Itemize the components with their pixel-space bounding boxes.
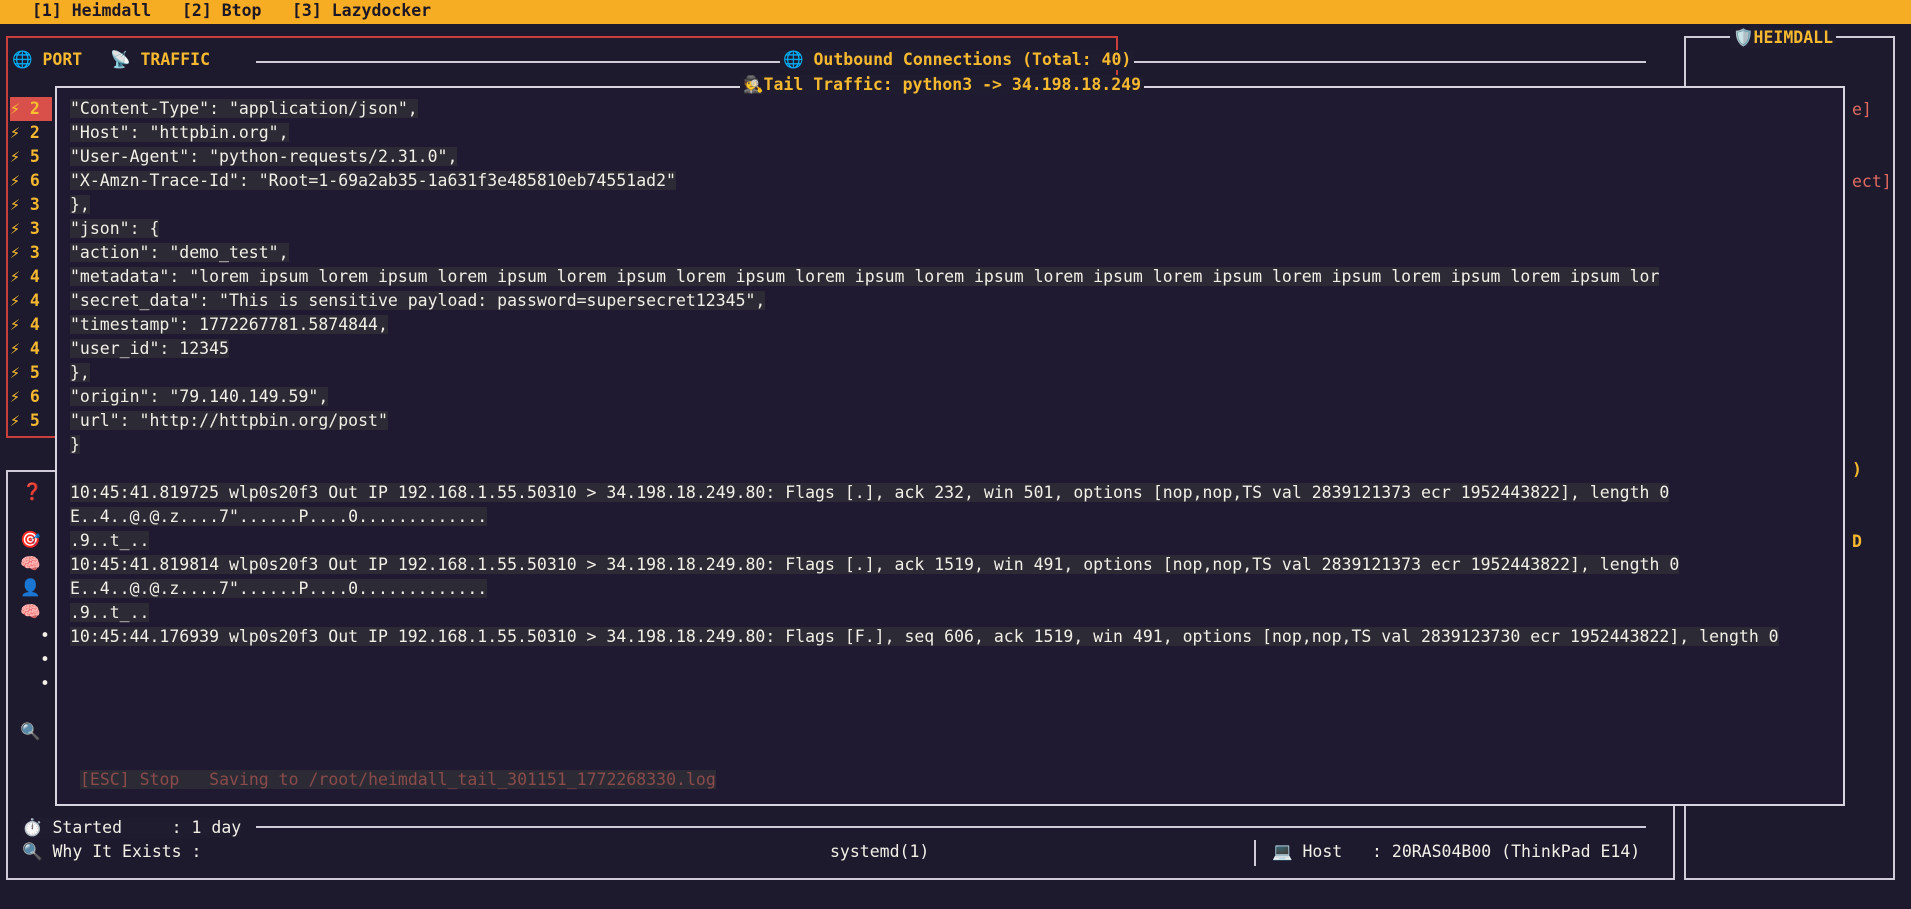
brain-icon: 🧠: [20, 602, 41, 621]
log-line: "action": "demo_test",: [70, 243, 289, 262]
list-item[interactable]: ⚡ 5: [10, 409, 52, 433]
bullet-icon: •: [40, 626, 50, 645]
host-info: 💻 Host : 20RAS04B00 (ThinkPad E14): [1272, 842, 1641, 861]
list-item[interactable]: ⚡ 4: [10, 289, 52, 313]
tab-btop[interactable]: [2] Btop: [182, 1, 261, 20]
log-line: "json": {: [70, 219, 160, 238]
log-line: "user_id": 12345: [70, 339, 229, 358]
list-item[interactable]: ⚡ 4: [10, 265, 52, 289]
tab-heimdall[interactable]: [1] Heimdall: [32, 1, 151, 20]
bullet-icon: •: [40, 650, 50, 669]
log-line: "url": "http://httpbin.org/post": [70, 411, 388, 430]
log-line: }: [70, 435, 80, 454]
log-line: "X-Amzn-Trace-Id": "Root=1-69a2ab35-1a63…: [70, 171, 676, 190]
user-icon: 👤: [20, 578, 41, 597]
log-line: E..4..@.@.z....7"......P....0...........…: [70, 579, 488, 598]
log-line: },: [70, 363, 90, 382]
why-it-exists-value: systemd(1): [830, 842, 930, 861]
log-line: "Content-Type": "application/json",: [70, 99, 418, 118]
bullet-icon: •: [40, 674, 50, 693]
log-line: },: [70, 195, 90, 214]
log-line: "User-Agent": "python-requests/2.31.0",: [70, 147, 458, 166]
side-text-fragment: ect]: [1852, 172, 1892, 191]
list-item[interactable]: ⚡ 3: [10, 241, 52, 265]
host-separator: [1254, 840, 1256, 866]
list-item[interactable]: ⚡ 2: [10, 97, 52, 121]
list-item[interactable]: ⚡ 6: [10, 385, 52, 409]
traffic-log: "Content-Type": "application/json", "Hos…: [70, 97, 1832, 649]
list-item[interactable]: ⚡ 4: [10, 313, 52, 337]
side-text-fragment: D: [1852, 532, 1862, 551]
log-line: "origin": "79.140.149.59",: [70, 387, 329, 406]
brain-icon: 🧠: [20, 554, 41, 573]
started-info: ⏱️ Started : 1 day: [22, 818, 242, 838]
log-line: 10:45:41.819814 wlp0s20f3 Out IP 192.168…: [70, 555, 1680, 574]
list-item[interactable]: ⚡ 5: [10, 361, 52, 385]
tab-bar: [1] Heimdall [2] Btop [3] Lazydocker: [0, 0, 1911, 24]
log-line: .9..t_..: [70, 531, 150, 550]
connection-list: ⚡ 2 ⚡ 2 ⚡ 5 ⚡ 6 ⚡ 3 ⚡ 3 ⚡ 3 ⚡ 4 ⚡ 4 ⚡ 4 …: [10, 97, 52, 433]
tab-lazydocker[interactable]: [3] Lazydocker: [292, 1, 431, 20]
help-icon: ❓: [22, 482, 43, 501]
list-item[interactable]: ⚡ 4: [10, 337, 52, 361]
log-line: "secret_data": "This is sensitive payloa…: [70, 291, 766, 310]
log-line: E..4..@.@.z....7"......P....0...........…: [70, 507, 488, 526]
modal-title: 🕵️Tail Traffic: python3 -> 34.198.18.249: [740, 75, 1145, 95]
list-item[interactable]: ⚡ 3: [10, 193, 52, 217]
log-line: 10:45:44.176939 wlp0s20f3 Out IP 192.168…: [70, 627, 1779, 646]
why-it-exists-label: 🔍 Why It Exists :: [22, 842, 202, 861]
log-line: 10:45:41.819725 wlp0s20f3 Out IP 192.168…: [70, 483, 1670, 502]
list-item[interactable]: ⚡ 5: [10, 145, 52, 169]
side-text-fragment: e]: [1852, 100, 1872, 119]
search-icon: 🔍: [20, 722, 41, 741]
list-item[interactable]: ⚡ 2: [10, 121, 52, 145]
log-line: "Host": "httpbin.org",: [70, 123, 289, 142]
port-column-header[interactable]: 🌐 PORT: [12, 50, 82, 70]
modal-footer-stop-hint[interactable]: [ESC] Stop Saving to /root/heimdall_tail…: [80, 770, 716, 789]
list-item[interactable]: ⚡ 6: [10, 169, 52, 193]
target-icon: 🎯: [20, 530, 41, 549]
side-text-fragment: ): [1852, 460, 1862, 479]
log-line: "metadata": "lorem ipsum lorem ipsum lor…: [70, 267, 1660, 286]
detail-divider: [256, 826, 1646, 828]
traffic-column-header[interactable]: 📡 TRAFFIC: [110, 50, 210, 70]
log-line: "timestamp": 1772267781.5874844,: [70, 315, 388, 334]
heimdall-title: 🛡️HEIMDALL: [1730, 28, 1837, 48]
log-line: .9..t_..: [70, 603, 150, 622]
list-item[interactable]: ⚡ 3: [10, 217, 52, 241]
outbound-connections-title: 🌐 Outbound Connections (Total: 40): [780, 50, 1135, 70]
